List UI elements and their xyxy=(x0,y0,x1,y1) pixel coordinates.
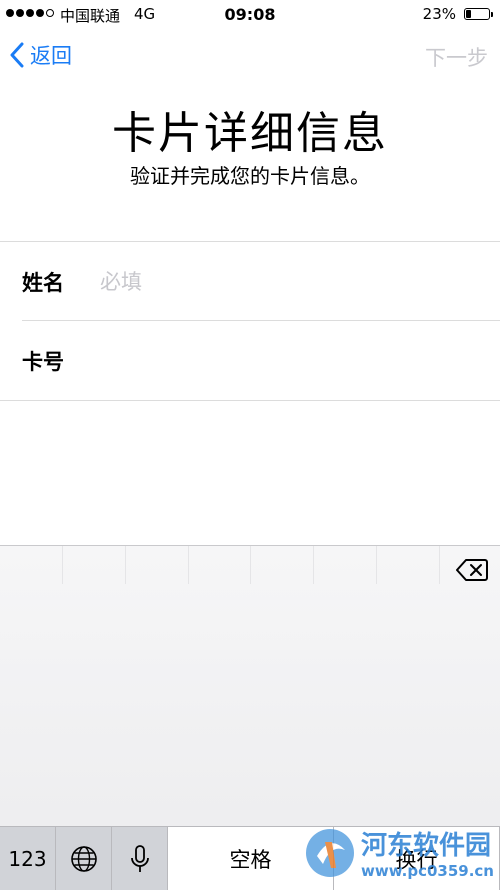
site-logo-icon xyxy=(306,828,355,877)
watermark: 河东软件园 www.pc0359.cn xyxy=(303,825,494,880)
keyboard: 123 空格 换行 河东软件园 www.pc0359.cn xyxy=(0,545,500,890)
name-row: 姓名 xyxy=(0,241,500,321)
card-form: 姓名 卡号 xyxy=(0,241,500,401)
next-button[interactable]: 下一步 xyxy=(425,42,488,72)
watermark-name: 河东软件园 xyxy=(361,831,492,861)
name-label: 姓名 xyxy=(22,270,64,295)
back-button-label: 返回 xyxy=(30,44,72,68)
chevron-left-icon xyxy=(10,42,24,68)
page-subtitle: 验证并完成您的卡片信息。 xyxy=(130,164,370,188)
navigation-bar: 返回 下一步 xyxy=(0,30,500,82)
dictation-key[interactable] xyxy=(112,827,168,890)
battery-icon xyxy=(464,8,493,20)
candidate-bar xyxy=(0,546,441,584)
page-title: 卡片详细信息 xyxy=(112,108,388,159)
back-button[interactable]: 返回 xyxy=(10,40,72,70)
card-number-row: 卡号 xyxy=(0,320,500,401)
battery-fill xyxy=(466,10,472,18)
battery-percent: 23% xyxy=(422,5,456,23)
status-bar: 中国联通 4G 09:08 23% xyxy=(0,0,500,30)
watermark-url: www.pc0359.cn xyxy=(361,862,494,880)
delete-key[interactable] xyxy=(456,558,488,586)
backspace-icon xyxy=(456,559,488,581)
language-key[interactable] xyxy=(56,827,112,890)
name-input[interactable] xyxy=(98,268,462,295)
numbers-key[interactable]: 123 xyxy=(0,827,56,890)
card-number-input[interactable] xyxy=(98,347,462,374)
microphone-icon xyxy=(130,844,149,872)
globe-icon xyxy=(70,845,97,872)
card-number-label: 卡号 xyxy=(22,349,64,374)
